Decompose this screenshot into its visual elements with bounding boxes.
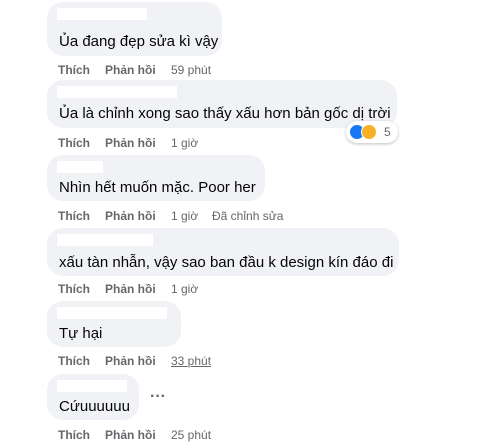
redacted-author-name (57, 307, 167, 319)
comment-bubble: xấu tàn nhẫn, vậy sao ban đầu k design k… (47, 228, 399, 276)
comment-timestamp[interactable]: 33 phút (171, 354, 211, 368)
comment-timestamp[interactable]: 1 giờ (171, 209, 198, 223)
reply-button[interactable]: Phản hồi (105, 428, 156, 442)
comment-timestamp[interactable]: 1 giờ (171, 136, 198, 150)
reply-button[interactable]: Phản hồi (105, 136, 156, 150)
comment-text: Cứuuuuuu (59, 398, 130, 415)
like-button[interactable]: Thích (58, 282, 90, 296)
comment-text: xấu tàn nhẫn, vậy sao ban đầu k design k… (59, 254, 394, 271)
more-options-icon[interactable]: ··· (150, 389, 166, 405)
comment-bubble: Nhìn hết muốn mặc. Poor her (47, 155, 265, 201)
comment-bubble: Cứuuuuuu (47, 374, 139, 420)
comment-timestamp[interactable]: 59 phút (171, 63, 211, 77)
like-button[interactable]: Thích (58, 354, 90, 368)
reply-button[interactable]: Phản hồi (105, 354, 156, 368)
reply-button[interactable]: Phản hồi (105, 63, 156, 77)
redacted-author-name (57, 86, 177, 98)
comment-text: Tự hại (59, 325, 103, 342)
comment-bubble: Tự hại (47, 301, 181, 347)
reply-button[interactable]: Phản hồi (105, 209, 156, 223)
reaction-count: 5 (384, 125, 391, 139)
comment-bubble: Ủa là chỉnh xong sao thấy xấu hơn bản gố… (47, 80, 397, 128)
comment-text: Ủa là chỉnh xong sao thấy xấu hơn bản gố… (59, 105, 391, 122)
redacted-author-name (57, 8, 147, 20)
like-button[interactable]: Thích (58, 136, 90, 150)
comment-text: Nhìn hết muốn mặc. Poor her (59, 179, 256, 196)
redacted-author-name (57, 234, 153, 246)
comment-timestamp[interactable]: 1 giờ (171, 282, 198, 296)
like-button[interactable]: Thích (58, 209, 90, 223)
reaction-summary[interactable]: 5 (346, 121, 398, 143)
reply-button[interactable]: Phản hồi (105, 282, 156, 296)
comment-bubble: Ủa đang đẹp sửa kì vậy (47, 2, 222, 56)
comment-timestamp[interactable]: 25 phút (171, 428, 211, 442)
edited-label: Đã chỉnh sửa (212, 209, 284, 223)
redacted-author-name (57, 161, 103, 173)
redacted-author-name (57, 380, 127, 392)
comment-text: Ủa đang đẹp sửa kì vậy (59, 33, 219, 50)
like-button[interactable]: Thích (58, 63, 90, 77)
haha-reaction-icon (361, 124, 377, 140)
like-button[interactable]: Thích (58, 428, 90, 442)
